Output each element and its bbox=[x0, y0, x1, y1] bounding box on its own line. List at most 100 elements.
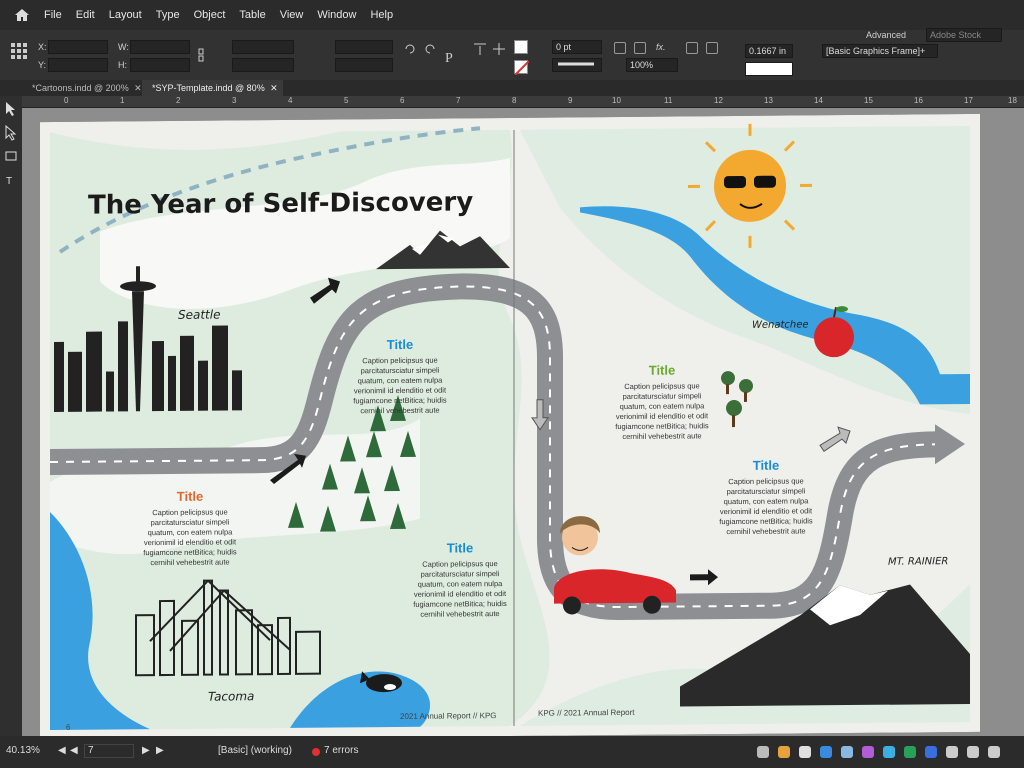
h-field[interactable] bbox=[130, 58, 190, 72]
first-page-icon[interactable]: ◀︎ bbox=[58, 745, 66, 756]
menu-file[interactable]: File bbox=[44, 9, 62, 21]
object-style-select[interactable]: [Basic Graphics Frame]+ bbox=[822, 44, 938, 58]
menu-object[interactable]: Object bbox=[194, 9, 226, 21]
document-spread[interactable]: The Year of Self-Discovery Seattle Tacom… bbox=[40, 113, 980, 741]
rotate-cw-icon[interactable] bbox=[403, 42, 417, 56]
menu-window[interactable]: Window bbox=[317, 9, 356, 21]
block-caption-line[interactable]: cernihil vehebestrit aute bbox=[622, 431, 701, 441]
block-title[interactable]: Title bbox=[177, 489, 203, 504]
menu-edit[interactable]: Edit bbox=[76, 9, 95, 21]
stroke-weight-field[interactable]: 0 pt bbox=[552, 40, 602, 54]
block-caption-line[interactable]: verionimil id elenditio et odit bbox=[414, 589, 507, 599]
fx-icon[interactable]: fx. bbox=[656, 42, 666, 52]
stroke-type-select[interactable] bbox=[552, 58, 602, 72]
menu-type[interactable]: Type bbox=[156, 9, 180, 21]
block-caption-line[interactable]: cernihil vehebestrit aute bbox=[360, 406, 439, 416]
shear-field[interactable] bbox=[335, 58, 393, 72]
block-caption-line[interactable]: verionimil id elenditio et odit bbox=[616, 411, 709, 421]
type-tool-icon[interactable]: T bbox=[6, 176, 12, 187]
opacity-field[interactable]: 100% bbox=[626, 58, 678, 72]
color-field[interactable] bbox=[745, 62, 793, 76]
block-title[interactable]: Title bbox=[753, 458, 779, 473]
rotate-ccw-icon[interactable] bbox=[423, 42, 437, 56]
block-caption-line[interactable]: quatum, con eatem nulpa bbox=[418, 579, 503, 589]
block-title[interactable]: Title bbox=[387, 337, 413, 352]
x-field[interactable] bbox=[48, 40, 108, 54]
horizontal-ruler[interactable]: 0 1 2 3 4 5 6 7 8 9 10 11 12 13 14 15 16… bbox=[22, 96, 1024, 108]
block-caption-line[interactable]: parcitatursciatur simpeli bbox=[421, 569, 500, 579]
stock-search-input[interactable]: Adobe Stock bbox=[926, 28, 1002, 42]
preflight-profile[interactable]: [Basic] (working) bbox=[218, 745, 292, 756]
close-icon[interactable]: ✕ bbox=[134, 80, 142, 96]
menu-view[interactable]: View bbox=[280, 9, 304, 21]
rotate-field[interactable] bbox=[335, 40, 393, 54]
block-caption-line[interactable]: fugiamcone netBitica; huidis bbox=[413, 599, 507, 609]
text-wrap-button[interactable] bbox=[686, 42, 698, 54]
block-caption-line[interactable]: parcitatursciatur simpeli bbox=[151, 517, 230, 527]
taskbar-icon[interactable] bbox=[841, 746, 853, 758]
block-title[interactable]: Title bbox=[447, 540, 473, 555]
block-caption-line[interactable]: quatum, con eatem nulpa bbox=[358, 376, 443, 386]
block-caption-line[interactable]: verionimil id elenditio et odit bbox=[720, 506, 813, 516]
frame-tool-icon[interactable] bbox=[5, 151, 17, 161]
direct-selection-tool-icon[interactable] bbox=[5, 124, 17, 141]
block-caption-line[interactable]: verionimil id elenditio et odit bbox=[144, 537, 237, 547]
taskbar-icon[interactable] bbox=[862, 746, 874, 758]
block-caption-line[interactable]: Caption pelicipsus que bbox=[362, 356, 437, 366]
drop-shadow-button[interactable] bbox=[634, 42, 646, 54]
taskbar-icon[interactable] bbox=[799, 746, 811, 758]
close-icon[interactable]: ✕ bbox=[270, 80, 278, 96]
menu-layout[interactable]: Layout bbox=[109, 9, 142, 21]
block-caption-line[interactable]: parcitatursciatur simpeli bbox=[727, 486, 806, 496]
reference-point-icon[interactable] bbox=[10, 42, 28, 60]
block-caption-line[interactable]: fugiamcone netBitica; huidis bbox=[615, 421, 709, 431]
preflight-errors[interactable]: 7 errors bbox=[324, 745, 358, 756]
taskbar-icon[interactable] bbox=[946, 746, 958, 758]
page-field[interactable]: 7 bbox=[84, 744, 134, 758]
stroke-swatch[interactable] bbox=[514, 60, 530, 76]
home-icon[interactable] bbox=[14, 8, 30, 22]
workspace-switcher[interactable]: Advanced bbox=[866, 30, 906, 40]
taskbar-icon[interactable] bbox=[988, 746, 1000, 758]
block-caption-line[interactable]: fugiamcone netBitica; huidis bbox=[719, 516, 813, 526]
next-page-icon[interactable]: ▶ bbox=[142, 745, 150, 756]
block-caption-line[interactable]: fugiamcone netBitica; huidis bbox=[353, 396, 447, 406]
block-caption-line[interactable]: cernihil vehebestrit aute bbox=[420, 609, 499, 619]
taskbar-icon[interactable] bbox=[820, 746, 832, 758]
scale-x-field[interactable] bbox=[232, 40, 294, 54]
block-caption-line[interactable]: cernihil vehebestrit aute bbox=[726, 526, 805, 536]
block-caption-line[interactable]: cernihil vehebestrit aute bbox=[150, 557, 229, 567]
y-field[interactable] bbox=[48, 58, 108, 72]
block-title[interactable]: Title bbox=[649, 363, 675, 378]
align-top-icon[interactable] bbox=[473, 42, 487, 56]
menu-help[interactable]: Help bbox=[370, 9, 393, 21]
taskbar-icon[interactable] bbox=[883, 746, 895, 758]
taskbar-icon[interactable] bbox=[778, 746, 790, 758]
taskbar-icon[interactable] bbox=[904, 746, 916, 758]
zoom-level[interactable]: 40.13% bbox=[6, 745, 40, 756]
block-caption-line[interactable]: Caption pelicipsus que bbox=[624, 381, 699, 391]
menu-table[interactable]: Table bbox=[239, 9, 265, 21]
align-center-icon[interactable] bbox=[492, 42, 506, 56]
selection-tool-icon[interactable] bbox=[6, 102, 15, 116]
prev-page-icon[interactable]: ◀ bbox=[70, 745, 78, 756]
block-caption-line[interactable]: quatum, con eatem nulpa bbox=[620, 401, 705, 411]
block-caption-line[interactable]: quatum, con eatem nulpa bbox=[724, 496, 809, 506]
block-caption-line[interactable]: quatum, con eatem nulpa bbox=[148, 527, 233, 537]
last-page-icon[interactable]: ▶︎ bbox=[156, 745, 164, 756]
corner-options-button[interactable] bbox=[614, 42, 626, 54]
block-caption-line[interactable]: parcitatursciatur simpeli bbox=[623, 391, 702, 401]
text-frame-icon[interactable]: P bbox=[443, 48, 459, 66]
taskbar-icon[interactable] bbox=[757, 746, 769, 758]
block-caption-line[interactable]: Caption pelicipsus que bbox=[152, 507, 227, 517]
tab-cartoons[interactable]: *Cartoons.indd @ 200% ✕ bbox=[22, 80, 147, 96]
text-wrap-around-button[interactable] bbox=[706, 42, 718, 54]
fill-swatch[interactable] bbox=[514, 40, 528, 54]
toolbar-icons[interactable]: T bbox=[0, 96, 22, 296]
taskbar-icon[interactable] bbox=[925, 746, 937, 758]
dimension-field[interactable]: 0.1667 in bbox=[745, 44, 793, 58]
w-field[interactable] bbox=[130, 40, 190, 54]
scale-y-field[interactable] bbox=[232, 58, 294, 72]
block-caption-line[interactable]: fugiamcone netBitica; huidis bbox=[143, 547, 237, 557]
taskbar-icon[interactable] bbox=[967, 746, 979, 758]
